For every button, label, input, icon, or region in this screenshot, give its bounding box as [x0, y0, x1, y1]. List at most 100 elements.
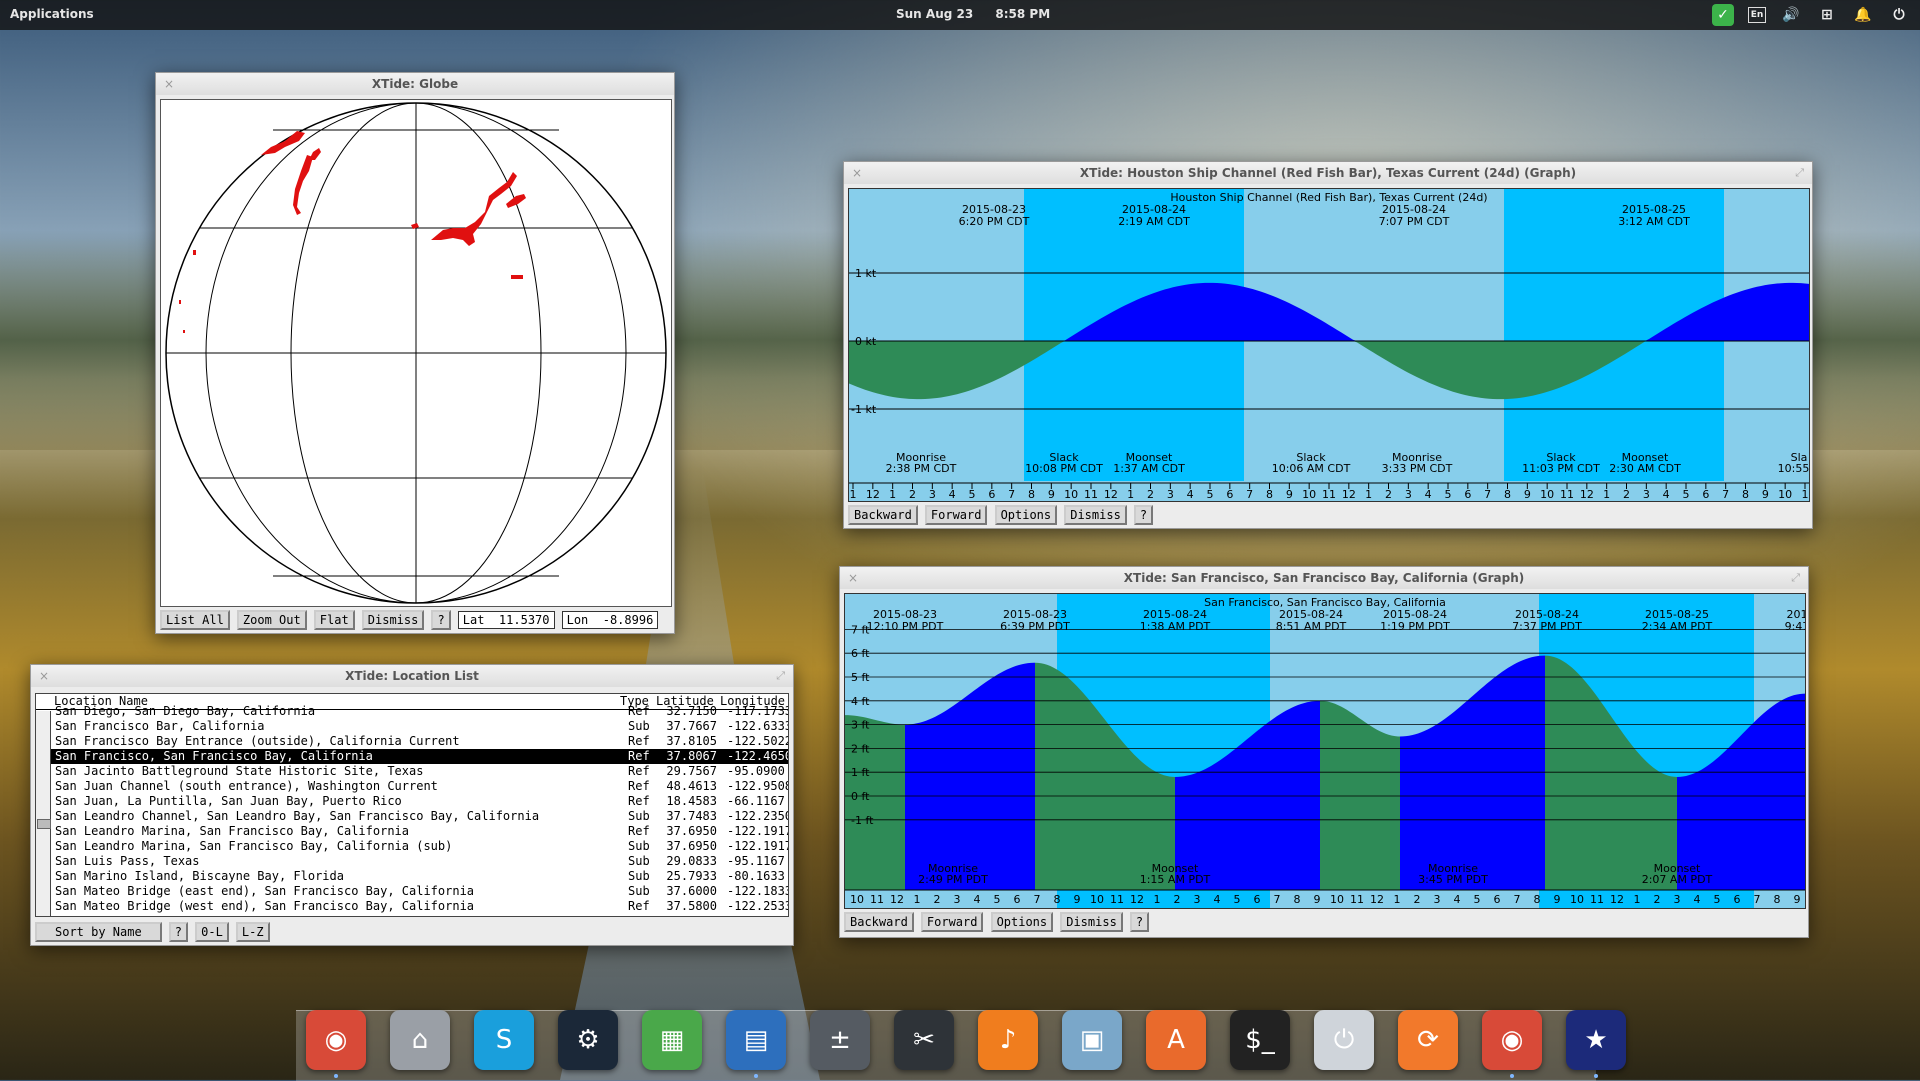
forward-button[interactable]: Forward — [920, 912, 984, 932]
zoom-out-button[interactable]: Zoom Out — [236, 610, 307, 630]
globe-canvas[interactable] — [160, 99, 672, 607]
list-item[interactable]: San Leandro Marina, San Francisco Bay, C… — [51, 824, 788, 839]
terminal-icon[interactable]: $_ — [1230, 1010, 1290, 1070]
home-folder-icon[interactable]: ⌂ — [390, 1010, 450, 1070]
event-time-label: 11:03 PM CDT — [1522, 462, 1600, 475]
list-item[interactable]: San Jacinto Battleground State Historic … — [51, 764, 788, 779]
list-item[interactable]: San Juan, La Puntilla, San Juan Bay, Pue… — [51, 794, 788, 809]
globe-titlebar[interactable]: × XTide: Globe — [156, 73, 674, 95]
flat-button[interactable]: Flat — [313, 610, 355, 630]
hour-tick-label: 1 — [1394, 893, 1401, 906]
location-name: San Leandro Marina, San Francisco Bay, C… — [55, 824, 410, 838]
spreadsheet-icon[interactable]: ▦ — [642, 1010, 702, 1070]
backward-button[interactable]: Backward — [848, 505, 918, 525]
hour-tick-label: 10 — [1090, 893, 1104, 906]
music-icon[interactable]: ♪ — [978, 1010, 1038, 1070]
houston-titlebar[interactable]: × XTide: Houston Ship Channel (Red Fish … — [844, 162, 1812, 184]
close-icon[interactable]: × — [852, 162, 862, 184]
dismiss-button[interactable]: Dismiss — [361, 610, 425, 630]
update-icon[interactable]: ⟳ — [1398, 1010, 1458, 1070]
list-item[interactable]: San Leandro Channel, San Leandro Bay, Sa… — [51, 809, 788, 824]
applications-menu[interactable]: Applications — [10, 7, 94, 21]
hour-tick-label: 3 — [1167, 488, 1174, 501]
list-item[interactable]: San Diego, San Diego Bay, California Ref 3… — [51, 704, 788, 719]
close-icon[interactable]: × — [39, 665, 49, 687]
location-latitude: 37.8105 — [666, 734, 717, 748]
event-time-label: 10:55 A — [1778, 462, 1809, 475]
hour-tick-label: 3 — [1434, 893, 1441, 906]
help-button[interactable]: ? — [1133, 505, 1154, 525]
sort-by-name-button[interactable]: Sort by Name — [35, 922, 162, 942]
list-item[interactable]: San Mateo Bridge (east end), San Francis… — [51, 884, 788, 899]
list-item[interactable]: San Luis Pass, Texas Sub 29.0833 -95.1167 — [51, 854, 788, 869]
keyboard-layout-indicator[interactable]: En — [1748, 7, 1766, 23]
xtide-icon[interactable]: ★ — [1566, 1010, 1626, 1070]
list-item[interactable]: San Francisco, San Francisco Bay, Califo… — [51, 749, 788, 764]
list-item[interactable]: San Leandro Marina, San Francisco Bay, C… — [51, 839, 788, 854]
range-0-l-button[interactable]: 0-L — [195, 922, 229, 942]
dismiss-button[interactable]: Dismiss — [1064, 505, 1127, 525]
list-item[interactable]: San Francisco Bay Entrance (outside), Ca… — [51, 734, 788, 749]
options-button[interactable]: Options — [994, 505, 1058, 525]
location-latitude: 37.7483 — [666, 809, 717, 823]
photos-icon[interactable]: ▣ — [1062, 1010, 1122, 1070]
steam-icon[interactable]: ⚙ — [558, 1010, 618, 1070]
y-axis-label: 0 ft — [851, 790, 870, 803]
skype-icon[interactable]: S — [474, 1010, 534, 1070]
sf-titlebar[interactable]: × XTide: San Francisco, San Francisco Ba… — [840, 567, 1808, 589]
network-icon[interactable]: ⊞ — [1816, 4, 1838, 26]
list-scrollbar[interactable] — [36, 711, 51, 916]
location-list-titlebar[interactable]: × XTide: Location List ⤢ — [31, 665, 793, 687]
close-icon[interactable]: × — [164, 73, 174, 95]
forward-button[interactable]: Forward — [924, 505, 988, 525]
checkmark-icon[interactable]: ✓ — [1712, 4, 1734, 26]
location-name: San Mateo Bridge (east end), San Francis… — [55, 884, 475, 898]
location-list[interactable]: Location Name Type Latitude Longitude Sa… — [35, 693, 789, 917]
hour-tick-label: 12 — [1610, 893, 1624, 906]
dismiss-button[interactable]: Dismiss — [1060, 912, 1123, 932]
location-name: San Mateo Bridge (west end), San Francis… — [55, 899, 475, 913]
maximize-icon[interactable]: ⤢ — [1791, 567, 1800, 589]
hour-tick-label: 1 — [850, 488, 857, 501]
settings-switch-icon[interactable]: ⏻ — [1314, 1010, 1374, 1070]
range-l-z-button[interactable]: L-Z — [235, 922, 270, 942]
options-button[interactable]: Options — [990, 912, 1054, 932]
backward-button[interactable]: Backward — [844, 912, 914, 932]
app-center-icon[interactable]: A — [1146, 1010, 1206, 1070]
list-item[interactable]: San Marino Island, Biscayne Bay, Florida… — [51, 869, 788, 884]
list-item[interactable]: San Juan Channel (south entrance), Washi… — [51, 779, 788, 794]
location-type: Sub — [628, 809, 650, 823]
help-button[interactable]: ? — [1129, 912, 1150, 932]
houston-graph[interactable]: 1 kt 0 kt -1 kt Houston Ship Channel (Re… — [848, 188, 1810, 502]
hour-tick-label: 8 — [1266, 488, 1273, 501]
panel-clock[interactable]: Sun Aug 23 8:58 PM — [896, 7, 1068, 21]
window-title: XTide: San Francisco, San Francisco Bay,… — [1123, 571, 1525, 585]
hour-tick-label: 11 — [1110, 893, 1124, 906]
maximize-icon[interactable]: ⤢ — [776, 665, 785, 687]
lat-label: Lat — [462, 613, 485, 627]
y-axis-label: 5 ft — [851, 671, 870, 684]
hour-tick-label: 12 — [866, 488, 880, 501]
list-item[interactable]: San Francisco Bar, California Sub 37.7667-… — [51, 719, 788, 734]
y-label-1kt: 1 kt — [855, 267, 877, 280]
chrome-icon[interactable]: ◉ — [306, 1010, 366, 1070]
calculator-icon[interactable]: ± — [810, 1010, 870, 1070]
list-all-button[interactable]: List All — [160, 610, 230, 630]
hour-tick-label: 6 — [1014, 893, 1021, 906]
hour-tick-label: 11 — [1350, 893, 1364, 906]
chrome-icon[interactable]: ◉ — [1482, 1010, 1542, 1070]
screenshot-icon[interactable]: ✂ — [894, 1010, 954, 1070]
help-button[interactable]: ? — [168, 922, 189, 942]
location-latitude: 18.4583 — [666, 794, 717, 808]
scrollbar-thumb[interactable] — [37, 819, 51, 829]
volume-icon[interactable]: 🔊 — [1780, 4, 1802, 26]
power-icon[interactable]: ⏻ — [1888, 4, 1910, 26]
notification-bell-icon[interactable]: 🔔 — [1852, 4, 1874, 26]
location-name: San Luis Pass, Texas — [55, 854, 200, 868]
close-icon[interactable]: × — [848, 567, 858, 589]
sf-graph[interactable]: 7 ft 6 ft 5 ft 4 ft 3 ft 2 ft 1 ft 0 ft -1 ft Sa… — [844, 593, 1806, 909]
list-item[interactable]: San Mateo Bridge (west end), San Francis… — [51, 899, 788, 914]
document-icon[interactable]: ▤ — [726, 1010, 786, 1070]
help-button[interactable]: ? — [431, 610, 451, 630]
maximize-icon[interactable]: ⤢ — [1795, 162, 1804, 184]
